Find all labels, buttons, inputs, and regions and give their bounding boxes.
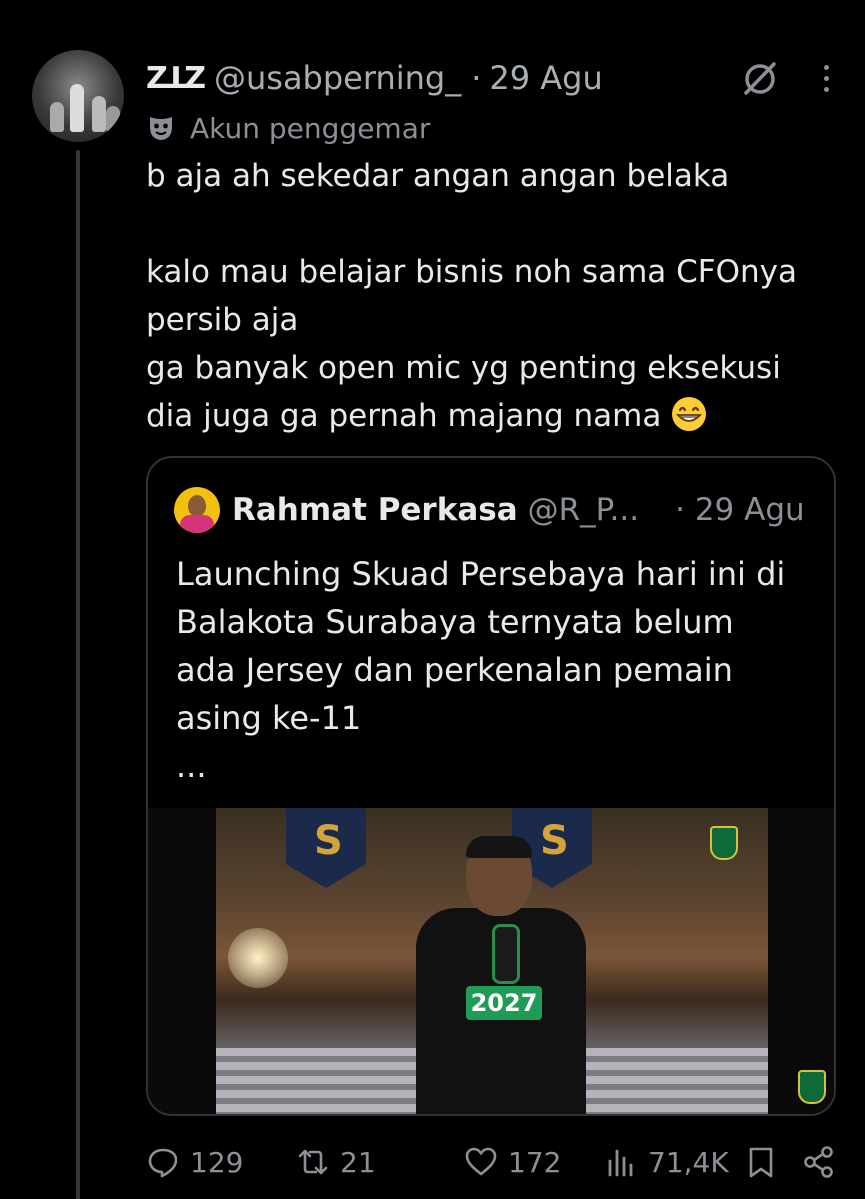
quote-text-line: asing ke-11	[176, 699, 362, 737]
quote-text: Launching Skuad Persebaya hari ini di Ba…	[176, 550, 816, 790]
tweet-text-line: ga banyak open mic yg penting eksekusi	[146, 350, 781, 386]
tweet-header: ZꓕZ @usabperning_ · 29 Agu	[146, 56, 603, 100]
views-button[interactable]: 71,4K	[604, 1145, 744, 1179]
quote-separator-dot: ·	[675, 492, 685, 528]
microphone-icon	[492, 924, 520, 984]
separator-dot: ·	[471, 59, 482, 97]
quote-text-ellipsis: ...	[176, 747, 207, 785]
mask-icon	[150, 117, 172, 140]
quote-text-line: Launching Skuad Persebaya hari ini di	[176, 555, 786, 593]
views-count: 71,4K	[648, 1145, 729, 1179]
grinning-emoji-icon	[672, 397, 707, 431]
display-name[interactable]: ZꓕZ	[146, 61, 206, 96]
more-icon[interactable]	[816, 64, 837, 92]
like-button[interactable]: 172	[464, 1145, 604, 1179]
share-button[interactable]	[802, 1145, 842, 1179]
quote-text-line: Balakota Surabaya ternyata belum	[176, 603, 734, 641]
avatar-figure	[50, 102, 64, 132]
heart-icon	[465, 1147, 497, 1176]
tweet-text-line-last: dia juga ga pernah majang nama	[146, 392, 846, 440]
quote-date: 29 Agu	[694, 492, 805, 528]
tweet-text: b aja ah sekedar angan angan belaka kalo…	[146, 152, 846, 440]
banner-emblem: S	[286, 808, 366, 888]
repost-count: 21	[340, 1145, 376, 1179]
reply-button[interactable]: 129	[146, 1145, 296, 1179]
avatar-figure	[70, 84, 84, 132]
tweet-text-line: kalo mau belajar bisnis noh sama CFOnya	[146, 254, 797, 290]
action-bar: 129 21 172 71,4K	[146, 1140, 846, 1184]
quote-header: Rahmat Perkasa @R_P... · 29 Agu	[174, 486, 805, 534]
repost-button[interactable]: 21	[296, 1145, 464, 1179]
fan-label-text: Akun penggemar	[190, 111, 431, 145]
speaker-figure: 2027	[416, 836, 586, 1114]
quote-display-name[interactable]: Rahmat Perkasa	[232, 492, 518, 528]
like-count: 172	[508, 1145, 562, 1179]
quote-date-group[interactable]: · 29 Agu	[675, 492, 805, 528]
event-photo[interactable]: S S 2027	[216, 808, 768, 1114]
quoted-tweet[interactable]: Rahmat Perkasa @R_P... · 29 Agu Launchin…	[146, 456, 836, 1116]
fan-account-label: Akun penggemar	[146, 108, 430, 148]
repost-icon	[298, 1149, 328, 1175]
quote-handle[interactable]: @R_P...	[528, 492, 639, 528]
top-icons	[740, 56, 837, 100]
tweet-text-line	[146, 200, 846, 248]
grok-icon[interactable]	[740, 58, 780, 98]
quote-avatar[interactable]	[174, 487, 220, 533]
tweet-text-line: persib aja	[146, 302, 299, 338]
avatar-figure	[106, 106, 120, 132]
reply-icon	[148, 1148, 178, 1178]
tweet-text-line: b aja ah sekedar angan angan belaka	[146, 158, 730, 194]
club-logo-icon	[710, 826, 738, 860]
thread-line	[76, 150, 80, 1199]
shirt-print: 2027	[466, 986, 542, 1020]
views-chart-icon	[608, 1149, 633, 1177]
bookmark-icon	[749, 1147, 773, 1178]
quote-media[interactable]: S S 2027	[148, 808, 834, 1114]
user-handle[interactable]: @usabperning_	[214, 59, 461, 97]
club-logo-icon	[798, 1070, 826, 1104]
tweet-text-line: dia juga ga pernah majang nama	[146, 398, 662, 434]
avatar[interactable]	[32, 50, 124, 142]
quote-text-line: ada Jersey dan perkenalan pemain	[176, 651, 733, 689]
avatar-figure	[92, 96, 106, 132]
share-icon	[804, 1146, 833, 1178]
bookmark-button[interactable]	[744, 1145, 802, 1179]
tweet-date[interactable]: 29 Agu	[489, 59, 602, 97]
reply-count: 129	[190, 1145, 244, 1179]
